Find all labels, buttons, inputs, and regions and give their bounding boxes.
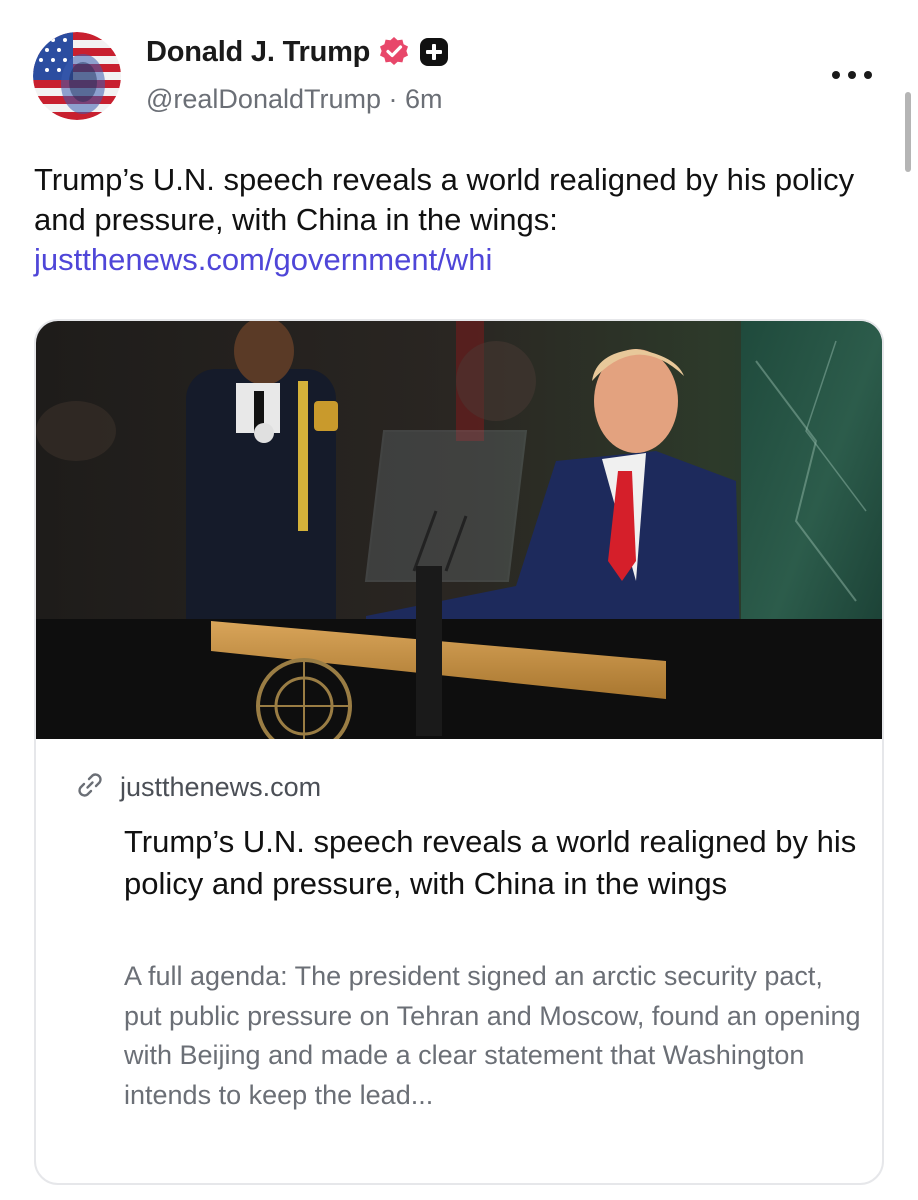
avatar-image [33,32,121,120]
author-handle[interactable]: @realDonaldTrump [146,84,381,114]
more-options-button[interactable] [832,62,872,88]
verified-badge-icon [378,36,410,68]
more-dot-icon [864,71,872,79]
card-domain-row: justthenews.com [74,769,321,806]
post-text: Trump’s U.N. speech reveals a world real… [34,162,855,237]
post-body: Trump’s U.N. speech reveals a world real… [34,160,884,280]
link-preview-card[interactable]: justthenews.com Trump’s U.N. speech reve… [34,319,884,1185]
card-domain: justthenews.com [120,772,322,802]
card-description: A full agenda: The president signed an a… [124,961,861,1110]
plus-badge-icon [418,36,450,68]
more-dot-icon [832,71,840,79]
author-display-name[interactable]: Donald J. Trump [146,36,370,69]
avatar[interactable] [33,32,121,120]
card-image [36,321,882,739]
post: Donald J. Trump @realDonaldTrump · 6m Tr… [0,0,918,1200]
scrollbar-thumb[interactable] [905,92,911,172]
meta-separator: · [388,84,398,114]
card-title[interactable]: Trump’s U.N. speech reveals a world real… [124,821,864,905]
more-dot-icon [848,71,856,79]
link-icon [74,769,106,806]
post-timestamp[interactable]: 6m [405,84,443,114]
author-meta-row: @realDonaldTrump · 6m [146,84,443,115]
author-name-row: Donald J. Trump [146,32,450,72]
post-link[interactable]: justthenews.com/government/whi [34,242,492,277]
